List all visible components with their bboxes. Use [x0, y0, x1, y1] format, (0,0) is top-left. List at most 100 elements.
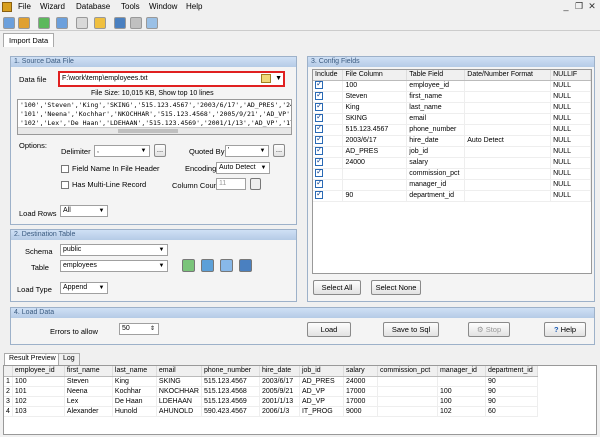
include-checkbox[interactable] — [315, 102, 323, 111]
result-col-header[interactable]: first_name — [64, 366, 113, 377]
config-cell[interactable]: NULL — [550, 102, 591, 114]
config-cell[interactable]: manager_id — [406, 179, 466, 191]
result-row[interactable]: 1 100 Steven King SKING 515.123.4567 2003/6/17… — [4, 376, 538, 387]
include-checkbox[interactable] — [315, 91, 323, 100]
config-cell[interactable]: email — [406, 113, 466, 125]
include-checkbox[interactable] — [315, 135, 323, 144]
menu-window[interactable]: Window — [149, 2, 177, 11]
config-cell[interactable]: NULL — [550, 168, 591, 180]
config-row[interactable]: 2003/6/17hire_dateAuto DetectNULL — [313, 135, 591, 147]
config-cell[interactable]: 2003/6/17 — [342, 135, 408, 147]
config-cell[interactable] — [464, 168, 552, 180]
result-row[interactable]: 2 101 Neena Kochhar NKOCHHAR 515.123.4568 2005… — [4, 386, 538, 397]
config-cell[interactable]: 90 — [342, 190, 408, 202]
config-cell[interactable]: NULL — [550, 179, 591, 191]
config-cell[interactable]: first_name — [406, 91, 466, 103]
include-checkbox[interactable] — [315, 190, 323, 199]
config-cell[interactable]: Steven — [342, 91, 408, 103]
tab-result-preview[interactable]: Result Preview — [4, 353, 61, 365]
include-checkbox[interactable] — [315, 80, 323, 89]
include-checkbox[interactable] — [315, 113, 323, 122]
config-cell[interactable]: King — [342, 102, 408, 114]
help-button[interactable]: ? Help — [544, 322, 586, 337]
config-row[interactable]: 515.123.4567phone_number NULL — [313, 124, 591, 136]
config-cell[interactable]: AD_PRES — [342, 146, 408, 158]
save-to-sql-button[interactable]: Save to Sql — [383, 322, 439, 337]
quoted-by-more-button[interactable]: ... — [273, 144, 285, 157]
result-col-header[interactable]: manager_id — [437, 366, 486, 377]
open-icon[interactable] — [18, 17, 30, 29]
columns-icon[interactable] — [239, 259, 252, 272]
edit-table-icon[interactable] — [220, 259, 233, 272]
include-checkbox[interactable] — [315, 146, 323, 155]
result-col-header[interactable]: salary — [343, 366, 378, 377]
chevron-down-icon[interactable]: ▼ — [275, 73, 282, 84]
new-connection-icon[interactable] — [3, 17, 15, 29]
monitor-icon[interactable] — [114, 17, 126, 29]
table-select[interactable]: employees ▼ — [60, 260, 168, 272]
config-cell[interactable]: Auto Detect — [464, 135, 552, 147]
config-row[interactable]: SKINGemail NULL — [313, 113, 591, 125]
errors-input[interactable]: 50 ⇕ — [119, 323, 159, 335]
config-cell[interactable] — [464, 102, 552, 114]
config-cell[interactable] — [464, 80, 552, 92]
config-cell[interactable]: 515.123.4567 — [342, 124, 408, 136]
result-col-header[interactable]: phone_number — [201, 366, 260, 377]
percent-icon[interactable] — [250, 178, 261, 190]
config-row[interactable]: manager_id NULL — [313, 179, 591, 191]
config-row[interactable]: commission_pct NULL — [313, 168, 591, 180]
delimiter-more-button[interactable]: ... — [154, 144, 166, 157]
config-cell[interactable]: 100 — [342, 80, 408, 92]
config-row[interactable]: 90department_id NULL — [313, 190, 591, 202]
include-checkbox[interactable] — [315, 157, 323, 166]
tab-import-data[interactable]: Import Data — [3, 33, 55, 47]
help-icon[interactable] — [146, 17, 158, 29]
config-cell[interactable]: employee_id — [406, 80, 466, 92]
spinner-icon[interactable]: ⇕ — [148, 325, 157, 333]
config-cell[interactable] — [464, 157, 552, 169]
encoding-select[interactable]: Auto Detect ▼ — [216, 162, 270, 174]
config-cell[interactable] — [464, 190, 552, 202]
window-icon[interactable] — [130, 17, 142, 29]
quoted-by-select[interactable]: ' ▼ — [225, 145, 269, 157]
schema-select[interactable]: public ▼ — [60, 244, 168, 256]
config-cell[interactable]: SKING — [342, 113, 408, 125]
tab-log[interactable]: Log — [58, 353, 80, 365]
load-button[interactable]: Load — [307, 322, 351, 337]
result-col-header[interactable]: employee_id — [12, 366, 65, 377]
result-col-header[interactable]: department_id — [485, 366, 538, 377]
config-cell[interactable]: hire_date — [406, 135, 466, 147]
result-col-header[interactable]: hire_date — [259, 366, 300, 377]
stop-button[interactable]: ⚙ Stop — [468, 322, 510, 337]
tools-icon[interactable] — [94, 17, 106, 29]
config-cell[interactable] — [464, 91, 552, 103]
config-row[interactable]: Kinglast_name NULL — [313, 102, 591, 114]
result-row[interactable]: 3 102 Lex De Haan LDEHAAN 515.123.4569 2001/1/… — [4, 396, 538, 407]
include-checkbox[interactable] — [315, 168, 323, 177]
config-row[interactable]: AD_PRESjob_id NULL — [313, 146, 591, 158]
menu-tools[interactable]: Tools — [121, 2, 140, 11]
config-row[interactable]: 24000salary NULL — [313, 157, 591, 169]
config-cell[interactable]: salary — [406, 157, 466, 169]
result-col-header[interactable]: email — [156, 366, 202, 377]
multiline-checkbox[interactable] — [61, 181, 69, 189]
menu-wizard[interactable]: Wizard — [40, 2, 65, 11]
menu-help[interactable]: Help — [186, 2, 202, 11]
menu-database[interactable]: Database — [76, 2, 110, 11]
result-col-header[interactable]: commission_pct — [377, 366, 438, 377]
config-cell[interactable]: commission_pct — [406, 168, 466, 180]
config-cell[interactable] — [464, 124, 552, 136]
load-type-select[interactable]: Append ▼ — [60, 282, 108, 294]
config-cell[interactable] — [464, 146, 552, 158]
table-icon[interactable] — [56, 17, 68, 29]
scrollbar-thumb[interactable] — [118, 129, 178, 133]
config-cell[interactable]: NULL — [550, 91, 591, 103]
config-row[interactable]: Stevenfirst_name NULL — [313, 91, 591, 103]
load-rows-select[interactable]: All ▼ — [60, 205, 108, 217]
restore-icon[interactable]: ❐ — [573, 1, 585, 12]
field-name-header-checkbox[interactable] — [61, 165, 69, 173]
config-cell[interactable] — [464, 179, 552, 191]
minimize-icon[interactable]: _ — [560, 1, 572, 12]
config-cell[interactable]: NULL — [550, 80, 591, 92]
query-icon[interactable] — [76, 17, 88, 29]
